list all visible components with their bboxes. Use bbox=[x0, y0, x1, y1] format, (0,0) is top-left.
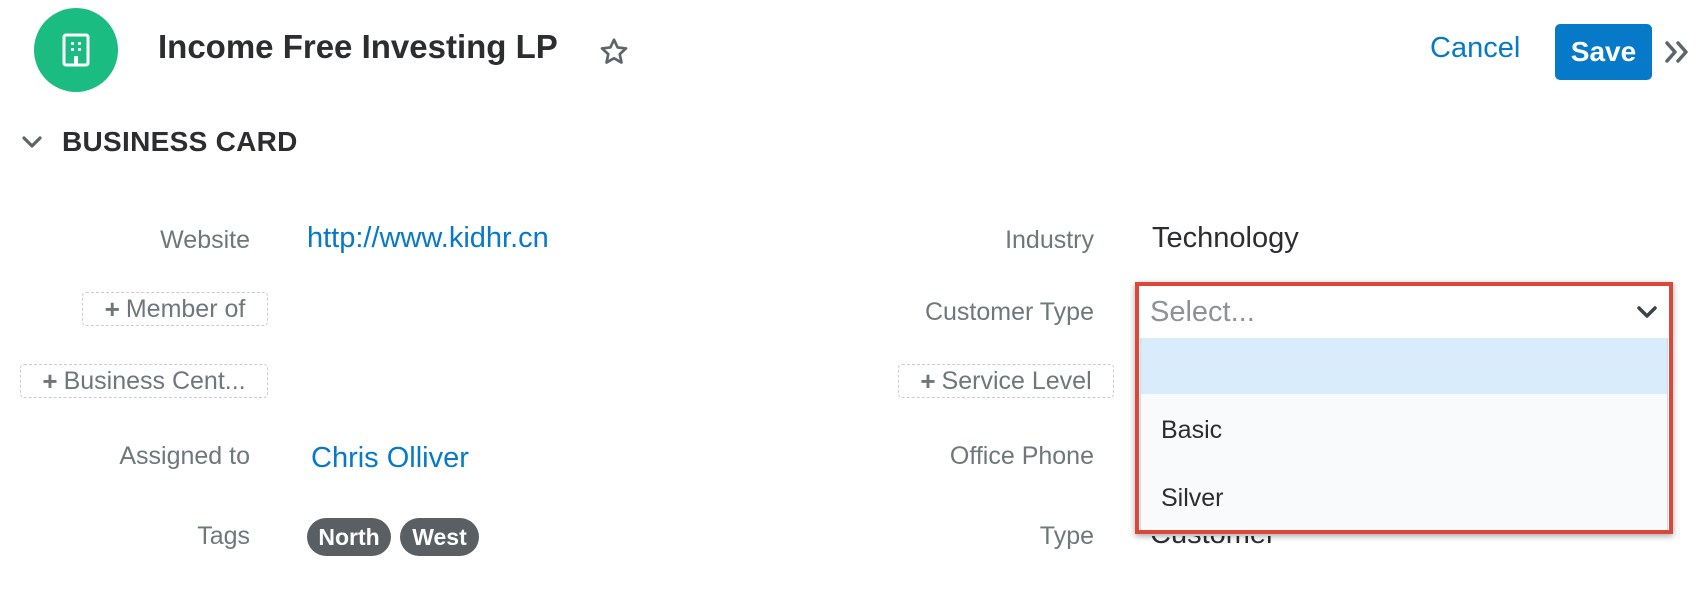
plus-icon: + bbox=[104, 293, 120, 324]
record-view: Income Free Investing LP Cancel Save BUS… bbox=[0, 0, 1700, 600]
member-of-label: Member of bbox=[125, 294, 246, 323]
industry-label: Industry bbox=[1005, 226, 1094, 254]
double-chevron-right-icon[interactable] bbox=[1663, 34, 1693, 70]
assigned-to-link[interactable]: Chris Olliver bbox=[311, 442, 469, 475]
plus-icon: + bbox=[920, 365, 936, 396]
service-level-label: Service Level bbox=[941, 366, 1092, 395]
dropdown-option-blank[interactable] bbox=[1141, 338, 1667, 394]
type-label: Type bbox=[1039, 522, 1094, 550]
dropdown-option-silver[interactable]: Silver bbox=[1141, 468, 1667, 528]
dropdown-option-basic[interactable]: Basic bbox=[1141, 400, 1667, 460]
cancel-button[interactable]: Cancel bbox=[1430, 32, 1520, 65]
customer-type-select[interactable]: Select... bbox=[1140, 286, 1668, 338]
industry-value: Technology bbox=[1152, 222, 1299, 254]
office-phone-label: Office Phone bbox=[949, 442, 1094, 470]
chevron-down-icon bbox=[1636, 304, 1658, 320]
customer-type-dropdown: Basic Silver bbox=[1140, 338, 1668, 532]
add-business-center-button[interactable]: + Business Cent... bbox=[20, 364, 268, 398]
star-icon[interactable] bbox=[598, 36, 630, 68]
business-center-label: Business Cent... bbox=[63, 366, 246, 395]
section-title[interactable]: BUSINESS CARD bbox=[62, 126, 298, 158]
building-icon bbox=[34, 8, 118, 92]
tag-north[interactable]: North bbox=[307, 518, 391, 556]
save-button[interactable]: Save bbox=[1555, 24, 1652, 80]
record-title: Income Free Investing LP bbox=[158, 28, 558, 65]
plus-icon: + bbox=[42, 365, 58, 396]
website-link[interactable]: http://www.kidhr.cn bbox=[307, 222, 549, 255]
tag-west[interactable]: West bbox=[400, 518, 479, 556]
tags-label: Tags bbox=[197, 522, 250, 550]
customer-type-label: Customer Type bbox=[924, 298, 1094, 326]
website-label: Website bbox=[160, 226, 250, 254]
customer-type-placeholder: Select... bbox=[1150, 296, 1255, 328]
assigned-to-label: Assigned to bbox=[119, 442, 250, 470]
add-service-level-button[interactable]: + Service Level bbox=[898, 364, 1114, 398]
add-member-of-button[interactable]: + Member of bbox=[82, 292, 268, 326]
chevron-down-icon[interactable] bbox=[20, 130, 44, 154]
